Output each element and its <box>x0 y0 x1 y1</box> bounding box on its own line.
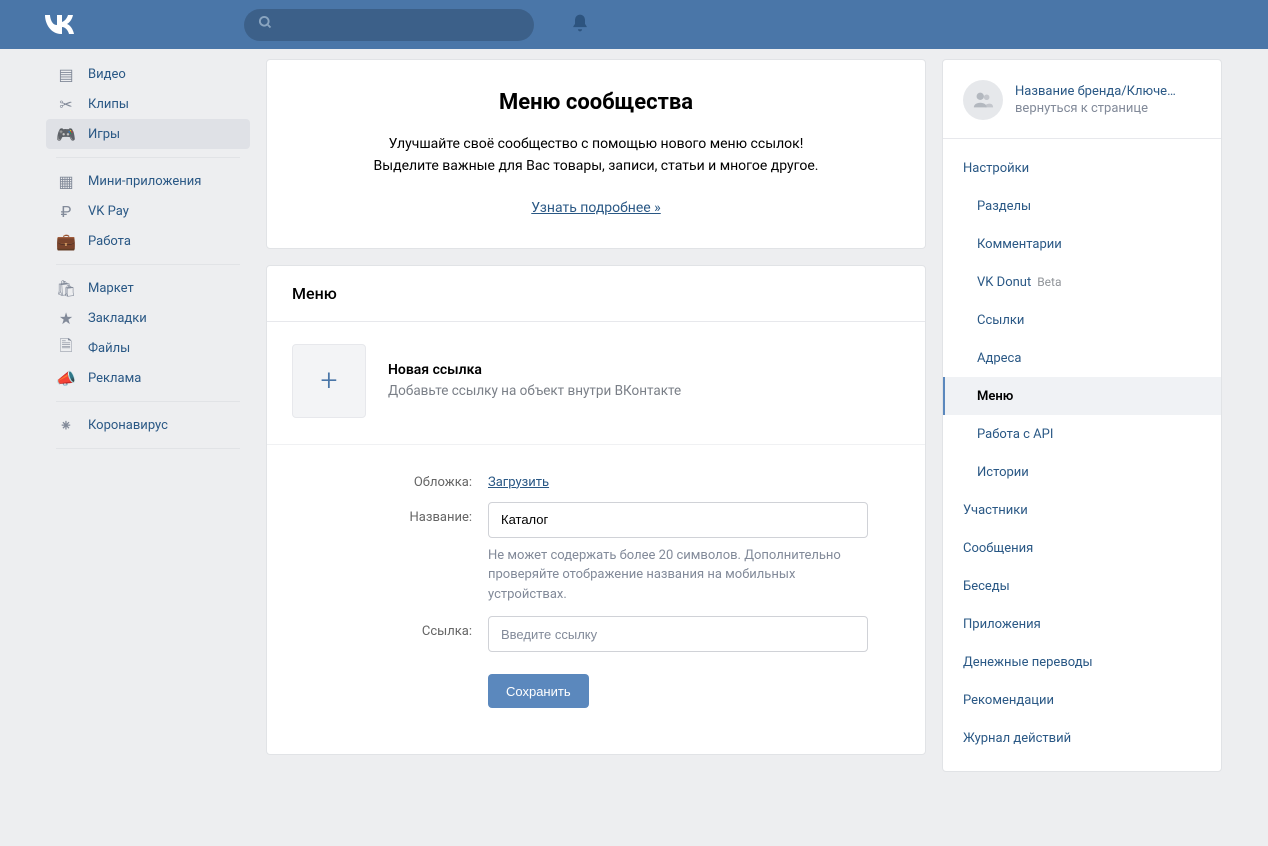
nav-games[interactable]: 🎮 Игры <box>46 119 250 149</box>
star-icon: ★ <box>56 308 76 328</box>
settings-menu[interactable]: Меню <box>943 377 1221 415</box>
clips-icon: ✂ <box>56 94 76 114</box>
nav-files[interactable]: 🗎 Файлы <box>46 333 250 363</box>
learn-more-link[interactable]: Узнать подробнее » <box>531 200 660 216</box>
cover-label: Обложка: <box>292 467 488 490</box>
main-column: Меню сообщества Улучшайте своё сообществ… <box>266 49 926 771</box>
community-avatar <box>963 80 1003 120</box>
nav-separator <box>56 264 240 265</box>
back-to-page: вернуться к странице <box>1015 101 1176 116</box>
sidebar-messages[interactable]: Сообщения <box>943 529 1221 567</box>
nav-ads[interactable]: 📣 Реклама <box>46 363 250 393</box>
settings-sub-label: VK Donut <box>977 275 1031 290</box>
new-link-subtitle: Добавьте ссылку на объект внутри ВКонтак… <box>388 383 681 399</box>
banner-title: Меню сообщества <box>297 90 895 115</box>
banner-line: Улучшайте своё сообщество с помощью ново… <box>297 133 895 155</box>
beta-badge: Beta <box>1037 275 1061 289</box>
community-menu-banner: Меню сообщества Улучшайте своё сообществ… <box>266 59 926 249</box>
settings-stories[interactable]: Истории <box>943 453 1221 491</box>
settings-sub-label: Ссылки <box>977 313 1024 328</box>
top-header <box>0 0 1268 49</box>
sidebar-log[interactable]: Журнал действий <box>943 719 1221 757</box>
nav-vkpay[interactable]: ₽ VK Pay <box>46 196 250 226</box>
nav-bookmarks[interactable]: ★ Закладки <box>46 303 250 333</box>
apps-icon: ▦ <box>56 171 76 191</box>
settings-sections[interactable]: Разделы <box>943 187 1221 225</box>
settings-sub-label: Истории <box>977 465 1029 480</box>
nav-label: Закладки <box>88 311 147 326</box>
gamepad-icon: 🎮 <box>56 124 76 144</box>
name-label: Название: <box>292 502 488 525</box>
settings-root[interactable]: Настройки <box>943 149 1221 187</box>
nav-separator <box>56 401 240 402</box>
nav-work[interactable]: 💼 Работа <box>46 226 250 256</box>
nav-separator <box>56 448 240 449</box>
sidebar-members[interactable]: Участники <box>943 491 1221 529</box>
settings-api[interactable]: Работа с API <box>943 415 1221 453</box>
settings-comments[interactable]: Комментарии <box>943 225 1221 263</box>
community-profile-link[interactable]: Название бренда/Ключе… вернуться к стран… <box>943 80 1221 139</box>
notifications-icon[interactable] <box>570 13 590 37</box>
name-help: Не может содержать более 20 символов. До… <box>488 546 868 605</box>
plus-icon: + <box>321 363 338 398</box>
nav-clips[interactable]: ✂ Клипы <box>46 89 250 119</box>
nav-label: Файлы <box>88 341 130 356</box>
nav-separator <box>56 157 240 158</box>
settings-sidebar: Название бренда/Ключе… вернуться к стран… <box>942 59 1222 772</box>
briefcase-icon: 💼 <box>56 231 76 251</box>
left-nav: ▤ Видео ✂ Клипы 🎮 Игры ▦ Мини-приложения… <box>46 49 250 457</box>
nav-label: Маркет <box>88 281 134 296</box>
save-button[interactable]: Сохранить <box>488 674 589 708</box>
sidebar-recommendations[interactable]: Рекомендации <box>943 681 1221 719</box>
settings-links[interactable]: Ссылки <box>943 301 1221 339</box>
new-link-title: Новая ссылка <box>388 362 681 378</box>
nav-label: Клипы <box>88 97 129 112</box>
virus-icon: ⁕ <box>56 415 76 435</box>
nav-label: Коронавирус <box>88 418 168 433</box>
nav-label: VK Pay <box>88 204 129 219</box>
settings-addresses[interactable]: Адреса <box>943 339 1221 377</box>
nav-miniapps[interactable]: ▦ Мини-приложения <box>46 166 250 196</box>
new-link-row[interactable]: + Новая ссылка Добавьте ссылку на объект… <box>267 322 925 445</box>
name-input[interactable] <box>488 502 868 538</box>
search-input[interactable] <box>283 17 520 32</box>
upload-cover-link[interactable]: Загрузить <box>488 467 549 490</box>
search-icon <box>258 15 273 34</box>
search-box[interactable] <box>244 9 534 41</box>
sidebar-apps[interactable]: Приложения <box>943 605 1221 643</box>
menu-card-header: Меню <box>267 266 925 322</box>
link-form: Обложка: Загрузить Название: Не может со… <box>267 445 925 755</box>
pay-icon: ₽ <box>56 201 76 221</box>
nav-label: Игры <box>88 127 120 142</box>
settings-sub-label: Адреса <box>977 351 1021 366</box>
megaphone-icon: 📣 <box>56 368 76 388</box>
film-icon: ▤ <box>56 64 76 84</box>
link-input[interactable] <box>488 616 868 652</box>
menu-card: Меню + Новая ссылка Добавьте ссылку на о… <box>266 265 926 756</box>
nav-label: Мини-приложения <box>88 174 201 189</box>
nav-video[interactable]: ▤ Видео <box>46 59 250 89</box>
nav-corona[interactable]: ⁕ Коронавирус <box>46 410 250 440</box>
sidebar-chats[interactable]: Беседы <box>943 567 1221 605</box>
right-column: Название бренда/Ключе… вернуться к стран… <box>942 59 1222 772</box>
settings-sub-label: Комментарии <box>977 237 1062 252</box>
nav-label: Видео <box>88 67 126 82</box>
settings-donut[interactable]: VK Donut Beta <box>943 263 1221 301</box>
bag-icon: 🛍 <box>56 278 76 298</box>
link-label: Ссылка: <box>292 616 488 639</box>
nav-market[interactable]: 🛍 Маркет <box>46 273 250 303</box>
community-title: Название бренда/Ключе… <box>1015 84 1176 99</box>
banner-line: Выделите важные для Вас товары, записи, … <box>297 155 895 177</box>
settings-sub-label: Работа с API <box>977 427 1053 442</box>
vk-logo[interactable] <box>42 11 82 39</box>
nav-label: Реклама <box>88 371 141 386</box>
settings-sub-label: Меню <box>977 389 1013 404</box>
settings-sub-label: Разделы <box>977 199 1031 214</box>
nav-label: Работа <box>88 234 131 249</box>
add-link-tile[interactable]: + <box>292 344 366 418</box>
sidebar-transfers[interactable]: Денежные переводы <box>943 643 1221 681</box>
file-icon: 🗎 <box>56 338 76 358</box>
